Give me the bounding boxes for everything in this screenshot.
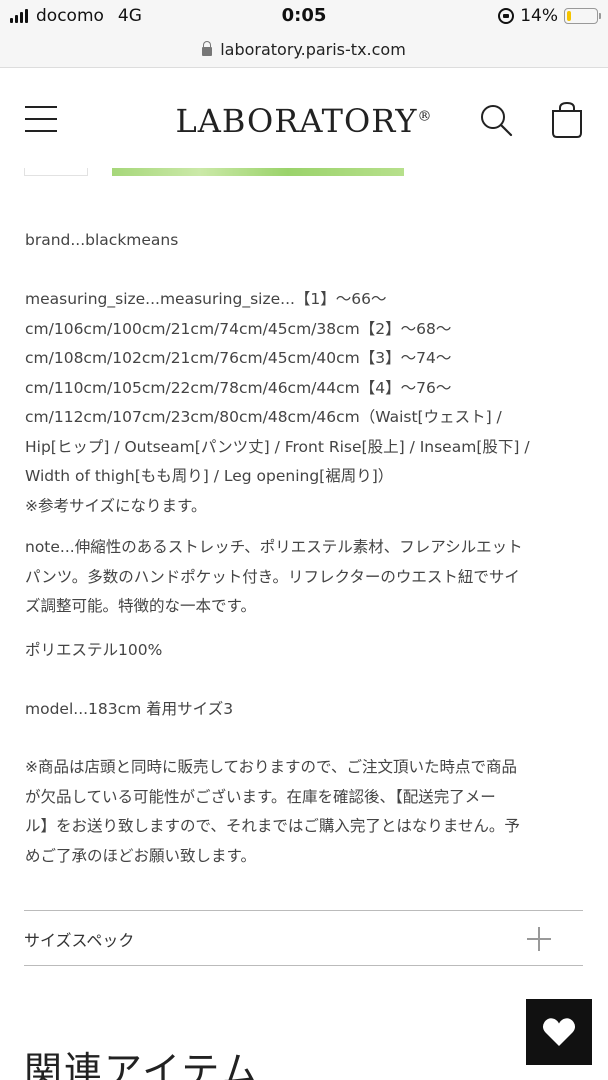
battery-level [567, 11, 571, 21]
search-icon[interactable] [478, 102, 514, 138]
product-note: note...伸縮性のあるストレッチ、ポリエステル素材、フレアシルエット パンツ… [25, 538, 523, 615]
brand-line: brand...blackmeans [25, 231, 179, 249]
logo-text: LABORATORY [175, 102, 418, 140]
url-text: laboratory.paris-tx.com [220, 40, 406, 59]
material: ポリエステル100% [25, 641, 163, 659]
favorite-button[interactable] [526, 999, 592, 1065]
product-image-edge [112, 168, 404, 176]
registered-mark: ® [417, 108, 433, 125]
heart-icon [542, 1018, 576, 1046]
model-info: model...183cm 着用サイズ3 [25, 700, 234, 718]
size-spec-accordion[interactable]: サイズスペック [24, 910, 583, 966]
address-bar[interactable]: laboratory.paris-tx.com [0, 32, 608, 68]
measuring-size: measuring_size...measuring_size...【1】～66… [25, 290, 530, 515]
size-spec-label: サイズスペック [24, 931, 135, 950]
menu-icon[interactable] [25, 106, 57, 134]
cart-icon[interactable] [549, 101, 585, 139]
related-items-heading: 関連アイテム [24, 1049, 261, 1080]
image-thumb-edge [24, 168, 88, 176]
status-right: 14% [498, 6, 601, 26]
product-image-remnant [24, 168, 404, 176]
status-bar: docomo 4G 0:05 14% [0, 0, 608, 32]
site-header: LABORATORY® [0, 68, 608, 172]
orientation-lock-icon [498, 8, 515, 24]
battery-icon [564, 8, 601, 24]
lock-icon [202, 41, 213, 56]
battery-percent: 14% [520, 6, 558, 26]
plus-icon[interactable] [527, 927, 551, 951]
site-logo[interactable]: LABORATORY® [0, 102, 608, 140]
stock-notice: ※商品は店頭と同時に販売しておりますので、ご注文頂いた時点で商品 が欠品している… [25, 758, 520, 865]
